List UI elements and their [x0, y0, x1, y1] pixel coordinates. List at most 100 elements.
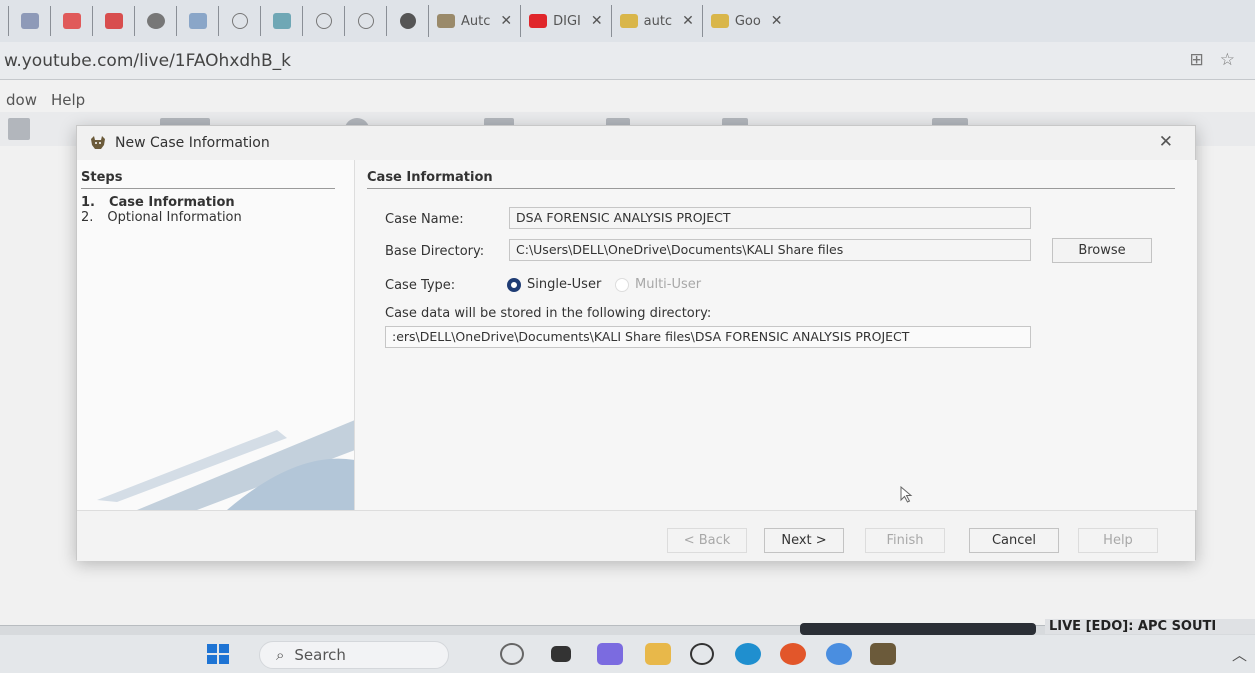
autopsy-dog-icon [437, 14, 455, 28]
whatsapp-icon[interactable] [690, 643, 714, 665]
bookmark-star-icon[interactable]: ☆ [1220, 50, 1235, 70]
case-information-form: Case Information Case Name: DSA FORENSIC… [355, 160, 1197, 510]
google-drive-icon [710, 14, 729, 28]
toolbar-button[interactable] [8, 118, 30, 140]
pinned-tab-app[interactable] [176, 6, 218, 36]
globe-icon [357, 13, 374, 29]
globe-icon [315, 13, 332, 29]
radio-selected-icon [507, 277, 521, 292]
browser-tab-strip: Autc ✕ DIGI ✕ autc ✕ Goo ✕ [0, 0, 1255, 42]
address-bar[interactable]: w.youtube.com/live/1FAOhxdhB_k ⊞ ☆ [0, 42, 1255, 80]
multi-user-radio[interactable]: Multi-User [615, 277, 701, 292]
pinned-tab-globe-3[interactable] [344, 6, 386, 36]
live-banner-text[interactable]: LIVE [EDO]: APC SOUTI [1045, 619, 1255, 634]
pinned-tab-github[interactable] [386, 6, 428, 36]
pinned-tab-gmail-2[interactable] [92, 6, 134, 36]
gmail-icon [104, 13, 123, 29]
autopsy-dog-icon [91, 136, 105, 149]
dialog-title-bar: New Case Information [77, 126, 1195, 160]
dialog-title: New Case Information [115, 135, 270, 151]
dialog-button-bar: < Back Next > Finish Cancel Help [77, 510, 1195, 561]
progress-bar [800, 623, 1036, 635]
close-tab-icon[interactable]: ✕ [771, 13, 783, 29]
task-view-icon[interactable] [551, 646, 571, 662]
pinned-tab-mail[interactable] [8, 6, 50, 36]
tab-autopsy[interactable]: Autc ✕ [428, 5, 520, 37]
mail-icon [20, 13, 39, 29]
circle-icon [146, 13, 165, 29]
windows-taskbar: ⌕ Search ︿ [0, 635, 1255, 673]
browse-button[interactable]: Browse [1052, 238, 1152, 263]
menu-item-window[interactable]: dow [6, 91, 37, 110]
google-drive-icon [619, 14, 638, 28]
autopsy-dog-icon[interactable] [870, 643, 896, 665]
bicycle-icon[interactable] [500, 643, 524, 665]
step-number: 2. [81, 210, 94, 225]
youtube-icon [529, 14, 548, 28]
file-explorer-icon[interactable] [645, 643, 671, 665]
menu-item-help[interactable]: Help [51, 91, 85, 110]
step-label: Case Information [108, 195, 235, 210]
copilot-icon[interactable] [597, 643, 623, 665]
single-user-radio[interactable]: Single-User [507, 277, 601, 292]
wizard-decoration-graphic [97, 420, 354, 510]
gmail-icon [62, 13, 81, 29]
translate-icon[interactable]: ⊞ [1190, 50, 1204, 70]
tab-title: Goo [734, 13, 761, 29]
pinned-tab-teal[interactable] [260, 6, 302, 36]
step-label: Optional Information [107, 210, 242, 225]
menu-bar: dow Help [0, 80, 1255, 110]
firefox-icon[interactable] [780, 643, 806, 665]
pinned-tab-gmail-1[interactable] [50, 6, 92, 36]
radio-unselected-icon [615, 277, 629, 292]
search-label: Search [294, 646, 346, 664]
mouse-cursor-icon [900, 486, 913, 503]
tab-youtube[interactable]: DIGI ✕ [520, 5, 611, 37]
taskbar-search[interactable]: ⌕ Search [259, 641, 449, 669]
app-icon [188, 13, 207, 29]
storage-note: Case data will be stored in the followin… [385, 306, 712, 321]
tab-google[interactable]: Goo ✕ [701, 5, 791, 37]
step-number: 1. [81, 195, 95, 210]
pinned-tab-globe-2[interactable] [302, 6, 344, 36]
finish-button[interactable]: Finish [865, 528, 945, 553]
url-text[interactable]: w.youtube.com/live/1FAOhxdhB_k [4, 51, 291, 71]
section-heading: Case Information [367, 170, 1175, 189]
step-case-information: 1. Case Information [81, 195, 235, 210]
back-button[interactable]: < Back [667, 528, 747, 553]
github-icon [399, 13, 416, 29]
cancel-button[interactable]: Cancel [969, 528, 1059, 553]
tab-title: autc [643, 13, 673, 29]
case-type-label: Case Type: [385, 278, 456, 293]
close-tab-icon[interactable]: ✕ [500, 13, 512, 29]
globe-icon [231, 13, 248, 29]
single-user-label: Single-User [527, 277, 602, 292]
case-name-label: Case Name: [385, 212, 464, 227]
search-icon: ⌕ [276, 646, 285, 664]
pinned-tab-globe-1[interactable] [218, 6, 260, 36]
steps-heading: Steps [81, 170, 335, 189]
close-tab-icon[interactable]: ✕ [682, 13, 694, 29]
tab-title: Autc [461, 13, 491, 29]
step-optional-information: 2. Optional Information [81, 210, 242, 225]
storage-path-field: :ers\DELL\OneDrive\Documents\KALI Share … [385, 326, 1031, 348]
pinned-tab-circle[interactable] [134, 6, 176, 36]
steps-panel: Steps 1. Case Information 2. Optional In… [77, 160, 355, 510]
new-case-dialog: New Case Information ✕ Steps 1. Case Inf… [76, 125, 1197, 561]
address-bar-actions: ⊞ ☆ [1190, 50, 1236, 70]
base-directory-label: Base Directory: [385, 244, 485, 259]
tab-drive[interactable]: autc ✕ [610, 5, 702, 37]
help-button[interactable]: Help [1078, 528, 1158, 553]
multi-user-label: Multi-User [635, 277, 702, 292]
network-icon[interactable] [826, 643, 852, 665]
edge-icon[interactable] [735, 643, 761, 665]
base-directory-input[interactable]: C:\Users\DELL\OneDrive\Documents\KALI Sh… [509, 239, 1031, 261]
chevron-up-icon[interactable]: ︿ [1232, 644, 1247, 665]
tab-title: DIGI [553, 13, 581, 29]
next-button[interactable]: Next > [764, 528, 844, 553]
app-icon [272, 13, 291, 29]
case-name-input[interactable]: DSA FORENSIC ANALYSIS PROJECT [509, 207, 1031, 229]
windows-start-icon[interactable] [207, 644, 229, 664]
close-icon[interactable]: ✕ [1159, 132, 1173, 152]
close-tab-icon[interactable]: ✕ [591, 13, 603, 29]
